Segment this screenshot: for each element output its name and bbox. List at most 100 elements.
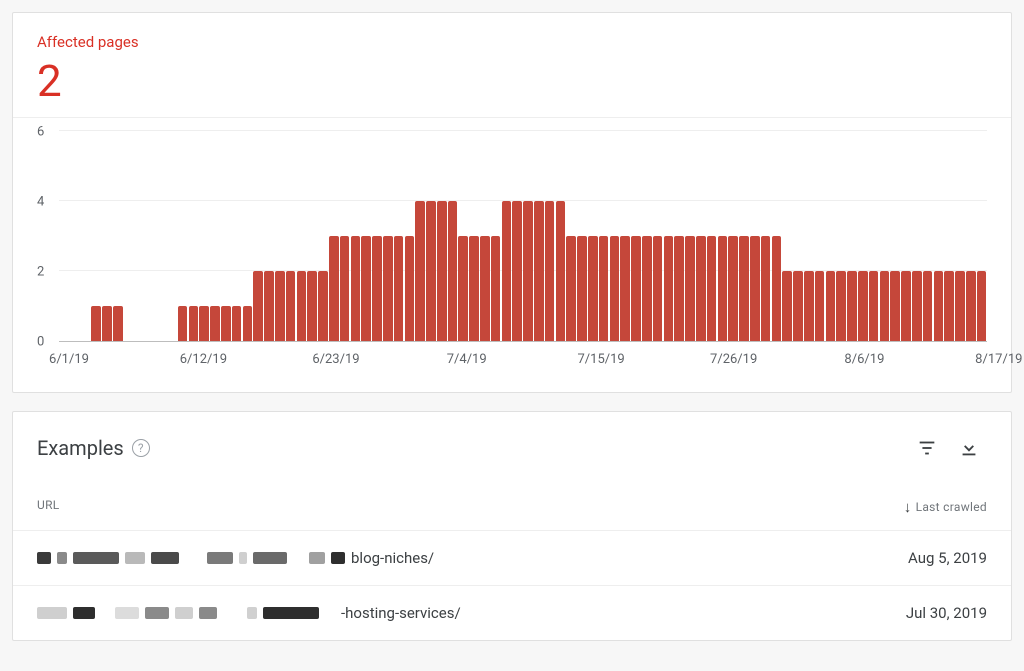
metric-value: 2	[37, 57, 987, 105]
bar[interactable]	[826, 271, 836, 341]
bar[interactable]	[405, 236, 415, 341]
bar[interactable]	[556, 201, 566, 341]
bar[interactable]	[847, 271, 857, 341]
bar[interactable]	[890, 271, 900, 341]
bar[interactable]	[221, 306, 231, 341]
bar[interactable]	[804, 271, 814, 341]
bar[interactable]	[566, 236, 576, 341]
bar[interactable]	[642, 236, 652, 341]
bar[interactable]	[923, 271, 933, 341]
bar[interactable]	[944, 271, 954, 341]
bar[interactable]	[631, 236, 641, 341]
bar[interactable]	[469, 236, 479, 341]
bar[interactable]	[739, 236, 749, 341]
bar[interactable]	[351, 236, 361, 341]
bar[interactable]	[620, 236, 630, 341]
x-tick: 6/1/19	[49, 352, 89, 367]
bar[interactable]	[113, 306, 123, 341]
bar[interactable]	[664, 236, 674, 341]
chart-area: 0246 6/1/196/12/196/23/197/4/197/15/197/…	[13, 117, 1011, 392]
bar[interactable]	[512, 201, 522, 341]
bar[interactable]	[685, 236, 695, 341]
bar[interactable]	[102, 306, 112, 341]
bar[interactable]	[577, 236, 587, 341]
bar[interactable]	[372, 236, 382, 341]
bar[interactable]	[836, 271, 846, 341]
bar[interactable]	[286, 271, 296, 341]
bar[interactable]	[340, 236, 350, 341]
bar[interactable]	[912, 271, 922, 341]
table-row[interactable]: -hosting-services/ Jul 30, 2019	[13, 585, 1011, 640]
bar[interactable]	[772, 236, 782, 341]
bar[interactable]	[858, 271, 868, 341]
bar[interactable]	[545, 201, 555, 341]
bar-chart[interactable]	[59, 132, 987, 342]
bar[interactable]	[415, 201, 425, 341]
col-last-crawled[interactable]: ↓ Last crawled	[904, 498, 987, 516]
bar[interactable]	[437, 201, 447, 341]
bar[interactable]	[674, 236, 684, 341]
bar[interactable]	[750, 236, 760, 341]
bar[interactable]	[869, 271, 879, 341]
bar[interactable]	[782, 271, 792, 341]
bar[interactable]	[880, 271, 890, 341]
bar[interactable]	[232, 306, 242, 341]
bar[interactable]	[307, 271, 317, 341]
bar[interactable]	[243, 306, 253, 341]
metric-label: Affected pages	[37, 33, 987, 51]
affected-pages-card: Affected pages 2 0246 6/1/196/12/196/23/…	[12, 12, 1012, 393]
bar[interactable]	[361, 236, 371, 341]
bar[interactable]	[91, 306, 101, 341]
help-icon[interactable]: ?	[132, 439, 150, 457]
filter-icon[interactable]	[909, 430, 945, 466]
bar[interactable]	[955, 271, 965, 341]
bar[interactable]	[189, 306, 199, 341]
bar[interactable]	[901, 271, 911, 341]
table-row[interactable]: blog-niches/ Aug 5, 2019	[13, 530, 1011, 585]
bar[interactable]	[318, 271, 328, 341]
bar[interactable]	[480, 236, 490, 341]
col-url: URL	[37, 498, 904, 516]
bar[interactable]	[707, 236, 717, 341]
bar[interactable]	[728, 236, 738, 341]
bar[interactable]	[718, 236, 728, 341]
last-crawled-cell: Jul 30, 2019	[906, 604, 987, 622]
bar[interactable]	[761, 236, 771, 341]
bar[interactable]	[934, 271, 944, 341]
bar[interactable]	[458, 236, 468, 341]
bar[interactable]	[599, 236, 609, 341]
url-suffix: blog-niches/	[351, 549, 434, 567]
bar[interactable]	[815, 271, 825, 341]
bar[interactable]	[297, 271, 307, 341]
last-crawled-cell: Aug 5, 2019	[908, 549, 987, 567]
examples-card: Examples ? URL ↓ Last crawled	[12, 411, 1012, 641]
bar[interactable]	[977, 271, 987, 341]
bar[interactable]	[610, 236, 620, 341]
bar[interactable]	[275, 271, 285, 341]
bar[interactable]	[199, 306, 209, 341]
bar[interactable]	[253, 271, 263, 341]
bar[interactable]	[653, 236, 663, 341]
bar[interactable]	[588, 236, 598, 341]
bar[interactable]	[966, 271, 976, 341]
bar[interactable]	[534, 201, 544, 341]
bar[interactable]	[426, 201, 436, 341]
bar[interactable]	[448, 201, 458, 341]
examples-header: Examples ?	[13, 412, 1011, 476]
download-icon[interactable]	[951, 430, 987, 466]
bar[interactable]	[502, 201, 512, 341]
y-tick: 6	[37, 125, 44, 140]
url-cell: blog-niches/	[37, 549, 908, 567]
x-tick: 6/12/19	[180, 352, 227, 367]
y-axis: 0246	[37, 132, 59, 342]
bar[interactable]	[383, 236, 393, 341]
bar[interactable]	[394, 236, 404, 341]
bar[interactable]	[491, 236, 501, 341]
bar[interactable]	[523, 201, 533, 341]
bar[interactable]	[696, 236, 706, 341]
bar[interactable]	[178, 306, 188, 341]
bar[interactable]	[264, 271, 274, 341]
bar[interactable]	[793, 271, 803, 341]
bar[interactable]	[329, 236, 339, 341]
bar[interactable]	[210, 306, 220, 341]
